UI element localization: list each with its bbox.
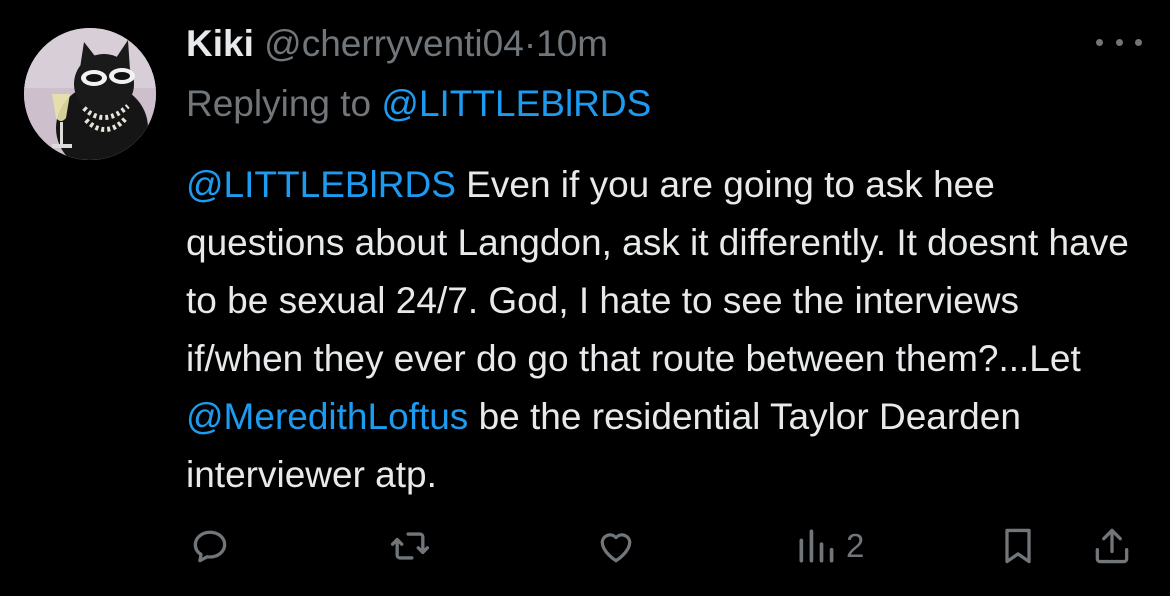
views-icon [799,529,834,563]
tweet-text: @LITTLEBlRDS Even if you are going to as… [186,156,1146,504]
mention-link[interactable]: @MeredithLoftus [186,396,468,437]
separator-dot: · [523,23,537,64]
share-button[interactable] [1090,523,1134,569]
views-button[interactable]: 2 [794,523,864,569]
avatar-image [24,28,156,160]
heart-icon [600,533,632,563]
replying-to: Replying to @LITTLEBlRDS [186,82,651,126]
retweet-icon [390,532,430,560]
mention-link[interactable]: @LITTLEBlRDS [186,164,456,205]
reply-button[interactable] [188,523,232,569]
bookmark-icon [1005,528,1031,564]
display-name[interactable]: Kiki [186,23,254,64]
avatar[interactable] [24,28,156,160]
retweet-button[interactable] [388,523,432,569]
replying-to-mention[interactable]: @LITTLEBlRDS [381,83,651,124]
reply-icon [193,530,227,563]
replying-to-label: Replying to [186,83,372,124]
action-bar: 2 [0,515,1170,575]
bookmark-button[interactable] [996,523,1040,569]
views-count: 2 [846,527,865,564]
more-options-icon[interactable] [1096,30,1142,54]
user-handle[interactable]: @cherryventi04 [264,23,524,64]
like-button[interactable] [594,523,638,569]
share-icon [1095,528,1129,564]
tweet-header: Kiki @cherryventi04·10m [186,22,608,66]
timestamp[interactable]: 10m [536,23,608,64]
